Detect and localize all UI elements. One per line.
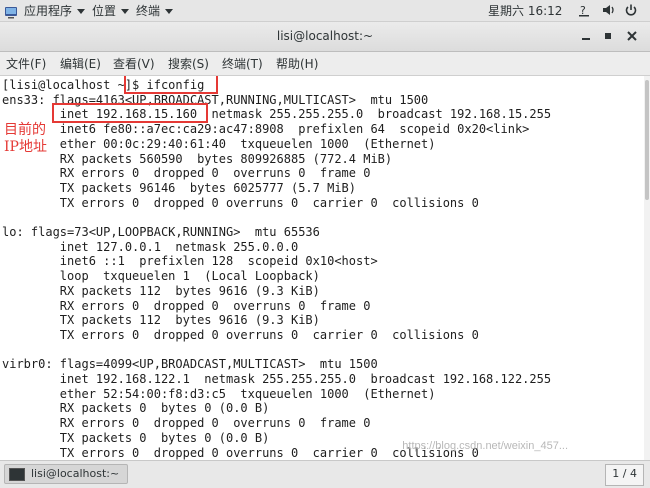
ip-annotation: 目前的 IP地址 bbox=[4, 122, 47, 156]
taskbar-window-button[interactable]: lisi@localhost:~ bbox=[4, 464, 129, 484]
terminal-app-menu[interactable]: 终端 bbox=[136, 3, 174, 19]
menu-edit[interactable]: 编辑(E) bbox=[60, 57, 101, 71]
ip-highlight-box bbox=[52, 103, 208, 123]
minimize-icon[interactable] bbox=[578, 28, 594, 44]
terminal-line: lo: flags=73<UP,LOOPBACK,RUNNING> mtu 65… bbox=[2, 225, 320, 240]
annotation-line-2: IP地址 bbox=[4, 139, 47, 155]
volume-icon[interactable] bbox=[602, 3, 616, 21]
terminal-line: RX packets 112 bytes 9616 (9.3 KiB) bbox=[2, 283, 320, 298]
terminal-line: inet 192.168.122.1 netmask 255.255.255.0… bbox=[2, 372, 552, 387]
places-menu[interactable]: 位置 bbox=[92, 3, 130, 19]
scrollbar-thumb[interactable] bbox=[645, 80, 649, 200]
terminal-output: [lisi@localhost ~]$ ifconfig ens33: flag… bbox=[2, 78, 551, 460]
command-highlight-box bbox=[124, 76, 218, 94]
watermark: https://blog.csdn.net/weixin_457... bbox=[402, 440, 568, 452]
workspace-pager[interactable]: 1 / 4 bbox=[605, 464, 644, 486]
chevron-down-icon bbox=[121, 9, 130, 14]
terminal-line: ether 52:54:00:f8:d3:c5 txqueuelen 1000 … bbox=[2, 386, 436, 401]
terminal-line: inet 127.0.0.1 netmask 255.0.0.0 bbox=[2, 239, 299, 254]
window-titlebar[interactable]: lisi@localhost:~ bbox=[0, 22, 650, 52]
terminal-line: RX errors 0 dropped 0 overruns 0 frame 0 bbox=[2, 416, 371, 431]
help-icon[interactable]: ? bbox=[578, 3, 590, 21]
terminal-line: RX packets 0 bytes 0 (0.0 B) bbox=[2, 401, 270, 416]
terminal-line: RX errors 0 dropped 0 overruns 0 frame 0 bbox=[2, 298, 371, 313]
annotation-line-1: 目前的 bbox=[4, 122, 46, 138]
taskbar-window-label: lisi@localhost:~ bbox=[31, 467, 120, 480]
menu-search[interactable]: 搜索(S) bbox=[168, 57, 209, 71]
menu-bar: 文件(F) 编辑(E) 查看(V) 搜索(S) 终端(T) 帮助(H) bbox=[0, 52, 650, 76]
places-label: 位置 bbox=[92, 4, 117, 18]
window-title: lisi@localhost:~ bbox=[276, 29, 374, 43]
terminal-scrollbar[interactable] bbox=[644, 76, 650, 460]
chevron-down-icon bbox=[77, 9, 86, 14]
menu-help[interactable]: 帮助(H) bbox=[276, 57, 318, 71]
terminal-line: inet6 ::1 prefixlen 128 scopeid 0x10<hos… bbox=[2, 254, 378, 269]
taskbar: lisi@localhost:~ 1 / 4 bbox=[0, 460, 650, 488]
menu-terminal[interactable]: 终端(T) bbox=[222, 57, 263, 71]
terminal-line: RX packets 560590 bytes 809926885 (772.4… bbox=[2, 151, 393, 166]
chevron-down-icon bbox=[165, 9, 174, 14]
menu-file[interactable]: 文件(F) bbox=[6, 57, 46, 71]
terminal-line: virbr0: flags=4099<UP,BROADCAST,MULTICAS… bbox=[2, 357, 378, 372]
maximize-icon[interactable] bbox=[600, 28, 616, 44]
terminal-line: loop txqueuelen 1 (Local Loopback) bbox=[2, 269, 320, 284]
terminal-line: ether 00:0c:29:40:61:40 txqueuelen 1000 … bbox=[2, 136, 436, 151]
terminal-line: TX errors 0 dropped 0 overruns 0 carrier… bbox=[2, 327, 479, 342]
terminal-line: TX errors 0 dropped 0 overruns 0 carrier… bbox=[2, 195, 479, 210]
terminal-line: inet6 fe80::a7ec:ca29:ac47:8908 prefixle… bbox=[2, 122, 530, 137]
close-icon[interactable] bbox=[624, 28, 640, 44]
terminal-line: TX packets 96146 bytes 6025777 (5.7 MiB) bbox=[2, 180, 357, 195]
gnome-top-bar: 应用程序 位置 终端 星期六 16:12 ? bbox=[0, 0, 650, 32]
clock[interactable]: 星期六 16:12 bbox=[488, 3, 562, 19]
applications-menu[interactable]: 应用程序 bbox=[24, 3, 86, 19]
terminal-icon bbox=[9, 467, 25, 481]
terminal-app-label: 终端 bbox=[136, 4, 161, 18]
menu-view[interactable]: 查看(V) bbox=[113, 57, 155, 71]
terminal-view[interactable]: [lisi@localhost ~]$ ifconfig ens33: flag… bbox=[0, 76, 650, 460]
applications-label: 应用程序 bbox=[24, 4, 73, 18]
terminal-line: TX packets 112 bytes 9616 (9.3 KiB) bbox=[2, 313, 320, 328]
applications-icon[interactable] bbox=[4, 3, 18, 19]
terminal-line: RX errors 0 dropped 0 overruns 0 frame 0 bbox=[2, 166, 371, 181]
terminal-line: TX packets 0 bytes 0 (0.0 B) bbox=[2, 430, 270, 445]
